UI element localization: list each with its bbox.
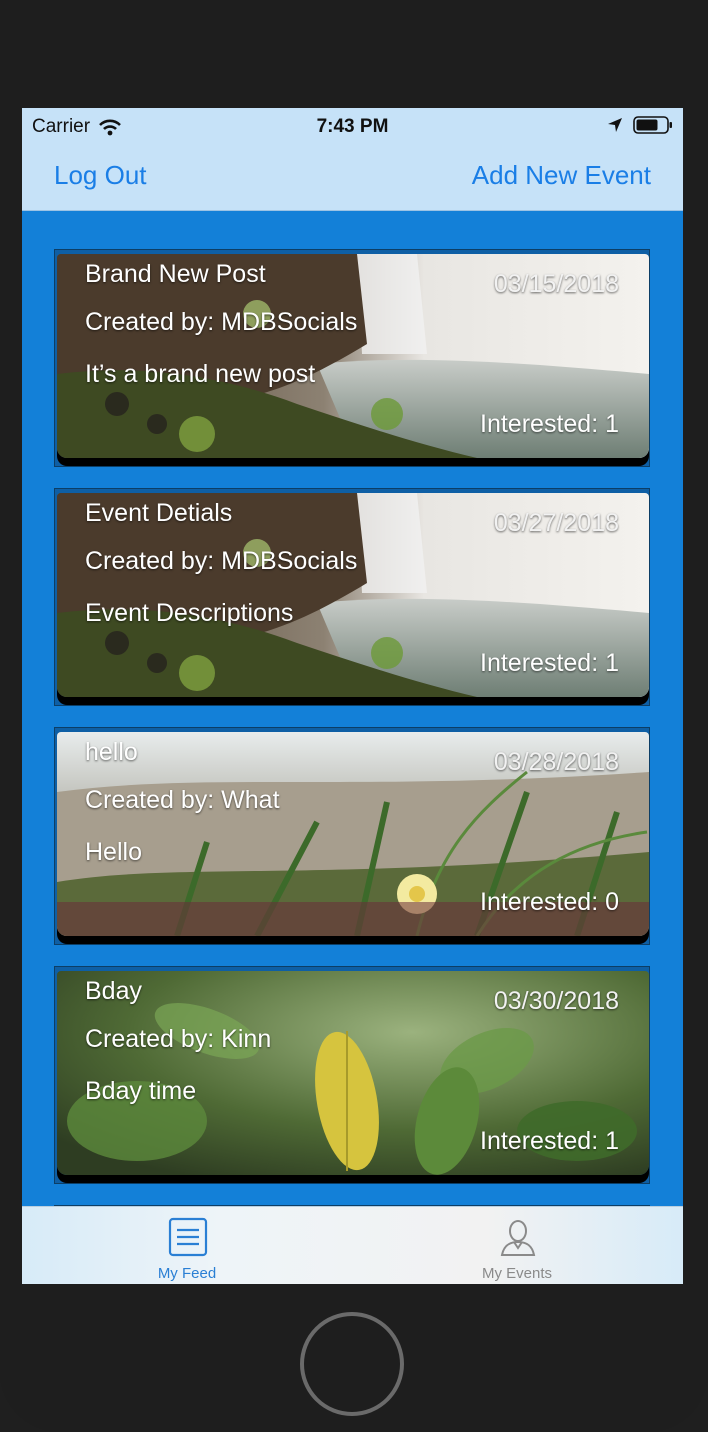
event-description: Bday time [85,1077,197,1105]
event-card[interactable]: hello Created by: What Hello 03/28/2018 … [54,727,650,945]
log-out-button[interactable]: Log Out [54,160,147,191]
event-date: 03/15/2018 [493,270,619,298]
event-title: hello [85,738,138,766]
event-creator: Created by: MDBSocials [85,547,358,575]
event-title: Bday [85,977,142,1005]
tab-label: My Events [481,1265,553,1282]
person-icon [500,1220,536,1256]
event-creator: Created by: Kinn [85,1025,272,1053]
list-icon [168,1217,208,1257]
battery-icon [633,116,672,134]
event-description: It’s a brand new post [85,360,316,388]
interested-count: Interested: 1 [480,410,619,438]
tab-my-feed[interactable]: My Feed [22,1207,352,1284]
location-arrow-icon [608,118,622,132]
tab-bar: My Feed My Events [22,1206,683,1284]
event-creator: Created by: What [85,786,280,814]
status-bar: Carrier 7:43 PM [22,108,683,148]
interested-count: Interested: 1 [480,1127,619,1155]
interested-count: Interested: 1 [480,649,619,677]
event-card[interactable]: Bday Created by: Kinn Bday time 03/30/20… [54,966,650,1184]
event-date: 03/27/2018 [493,509,619,537]
tab-my-events[interactable]: My Events [352,1207,682,1284]
event-title: Event Detials [85,499,233,527]
navigation-bar: Log Out Add New Event [22,148,683,211]
app-screen: Carrier 7:43 PM Log Out Add New Event Br… [22,108,683,1284]
event-description: Event Descriptions [85,599,294,627]
status-right [607,116,673,134]
event-description: Hello [85,838,142,866]
clock: 7:43 PM [316,116,389,137]
event-title: Brand New Post [85,260,266,288]
event-date: 03/30/2018 [493,987,619,1015]
event-card[interactable]: Event Detials Created by: MDBSocials Eve… [54,488,650,706]
event-card[interactable]: Brand New Post Created by: MDBSocials It… [54,249,650,467]
interested-count: Interested: 0 [480,888,619,916]
event-creator: Created by: MDBSocials [85,308,358,336]
home-button[interactable] [300,1312,404,1416]
phone-frame: Carrier 7:43 PM Log Out Add New Event Br… [0,0,708,1432]
event-date: 03/28/2018 [493,748,619,776]
tab-label: My Feed [157,1265,217,1282]
add-new-event-button[interactable]: Add New Event [472,160,651,191]
event-feed[interactable]: Brand New Post Created by: MDBSocials It… [22,212,683,1206]
